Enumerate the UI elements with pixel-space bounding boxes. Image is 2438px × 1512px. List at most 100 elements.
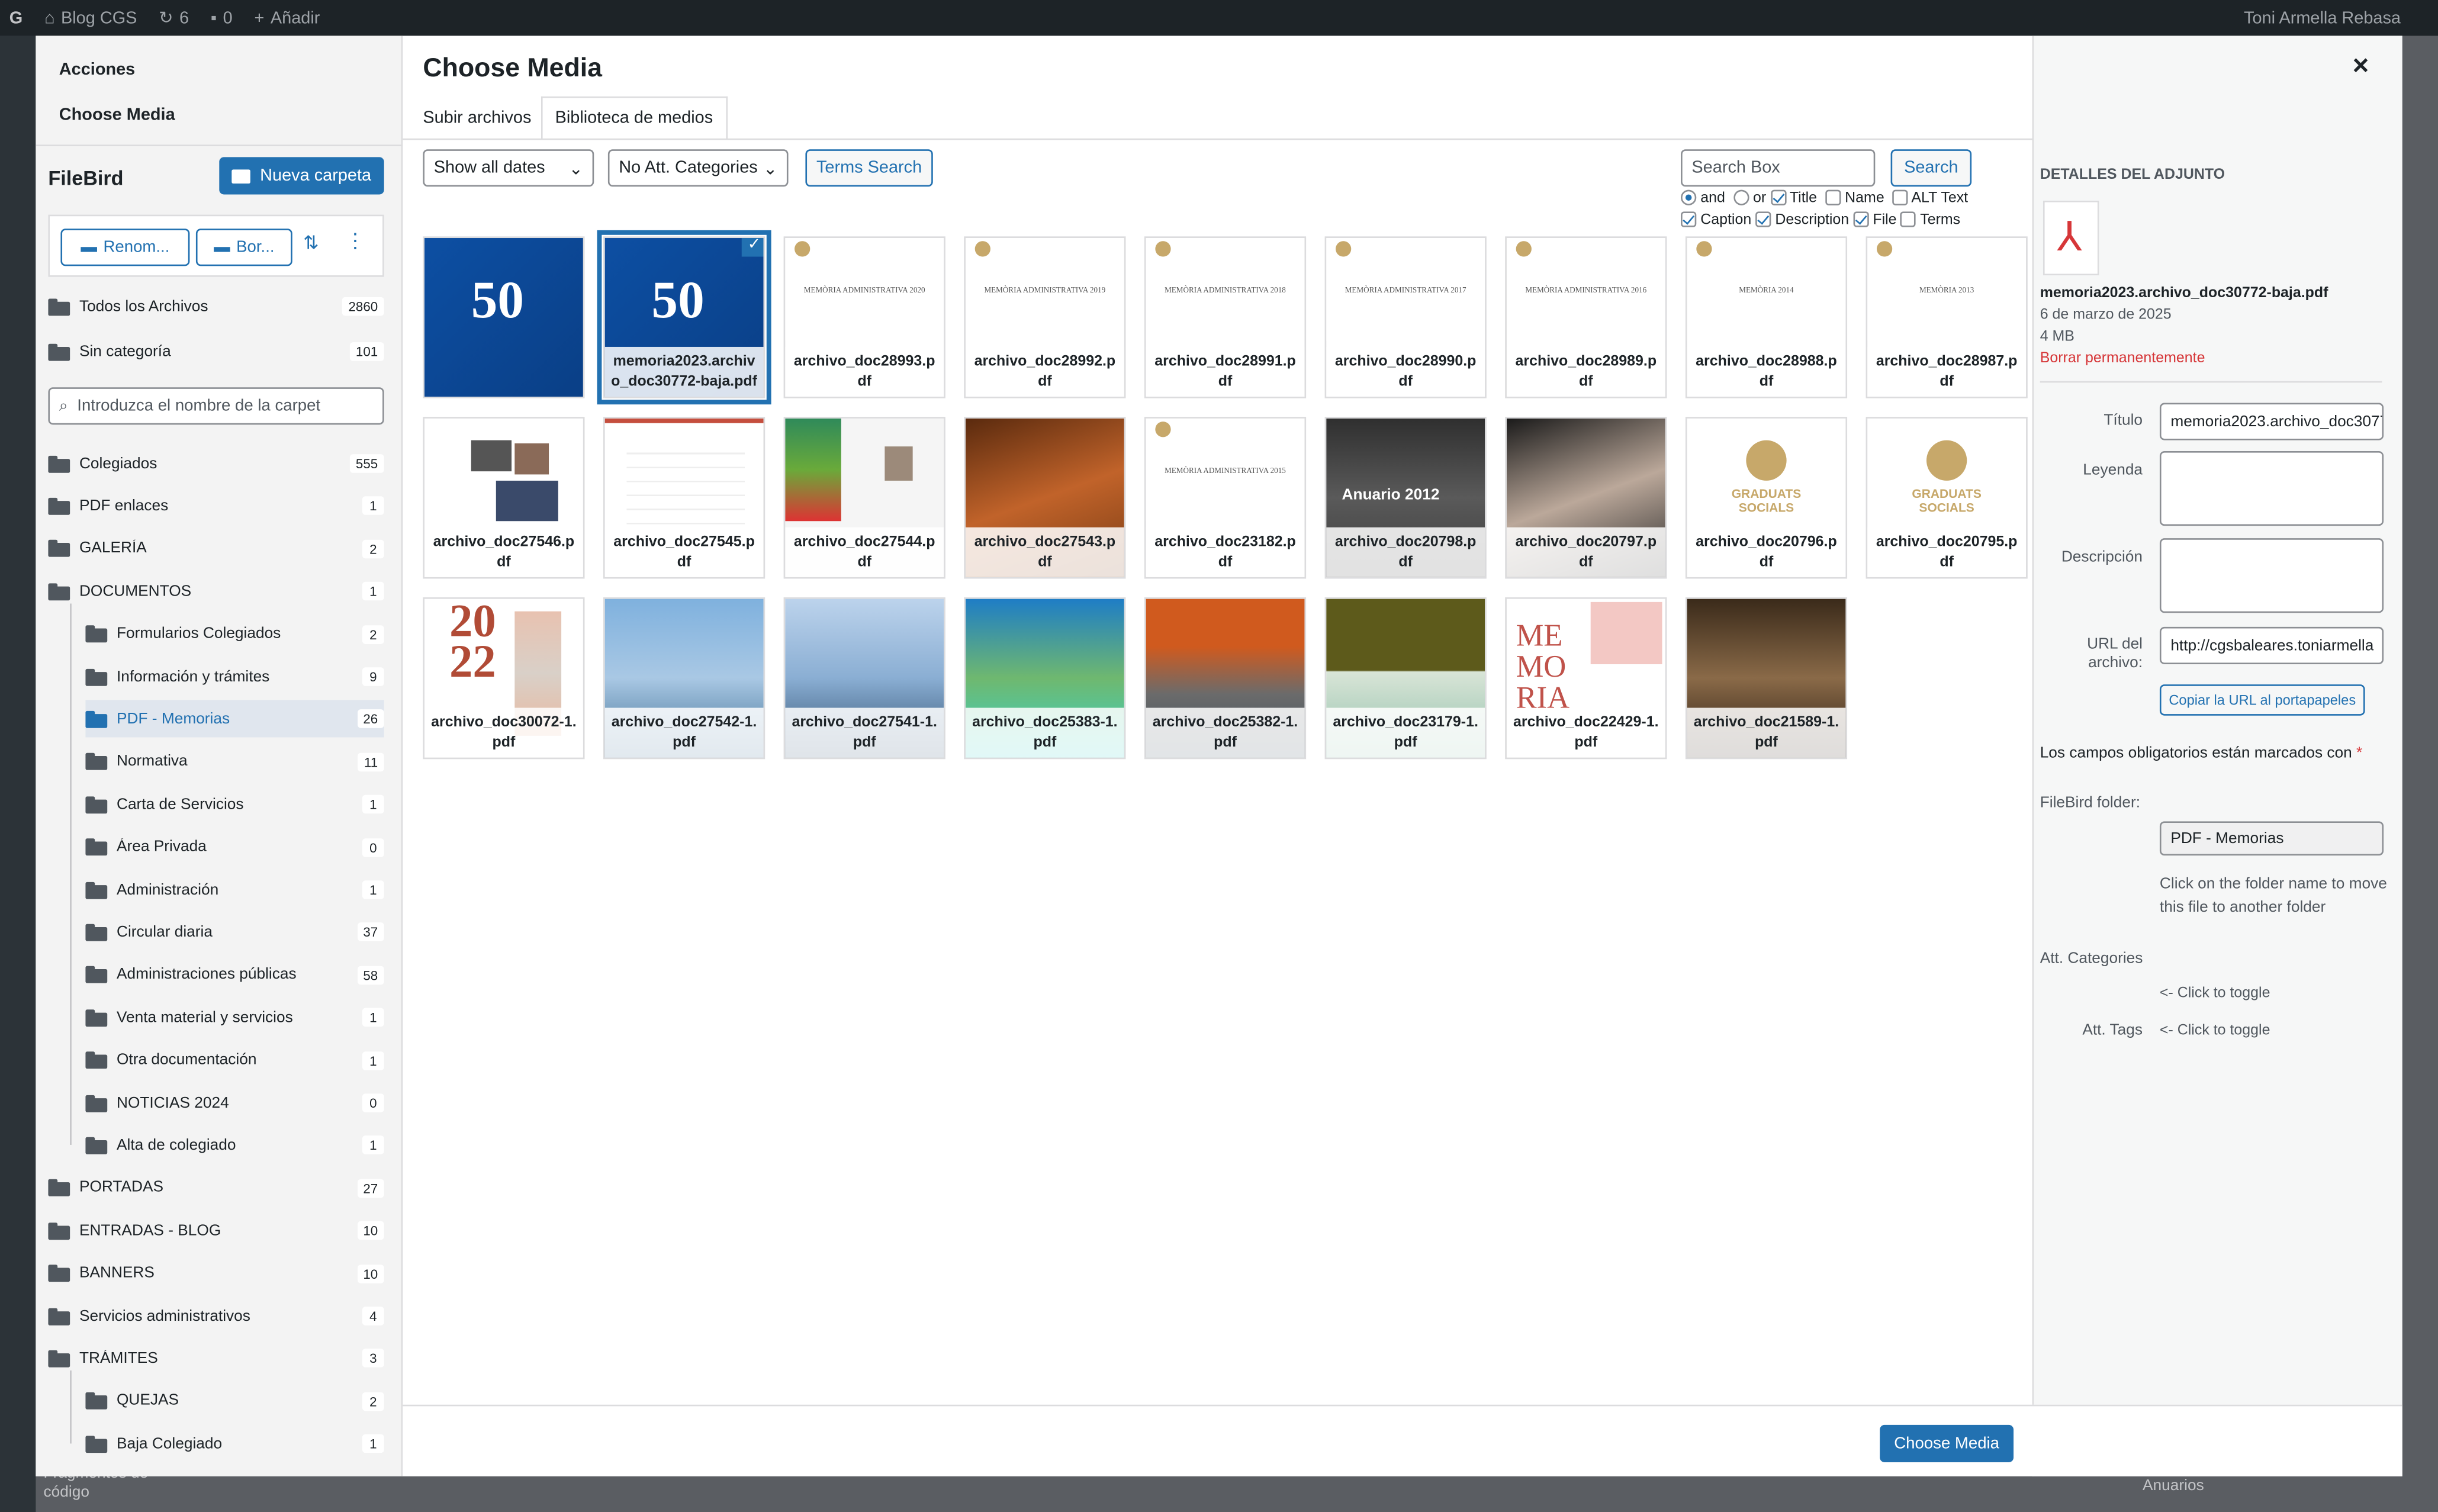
site-name-link[interactable]: ⌂ Blog CGS <box>44 8 137 27</box>
more-options-icon[interactable]: ⋮ <box>345 229 365 253</box>
search-button[interactable]: Search <box>1890 149 1972 187</box>
folder-item[interactable]: Otra documentación 1 <box>85 1041 384 1079</box>
copy-url-button[interactable]: Copiar la URL al portapapeles <box>2159 684 2365 716</box>
attachment-thumbnail[interactable]: 50 <box>423 236 585 398</box>
file-url-field[interactable]: http://cgsbaleares.toniarmella <box>2159 626 2384 664</box>
description-checkbox[interactable] <box>1755 212 1771 228</box>
attachment-thumbnail[interactable]: archivo_doc27546.pdf <box>423 417 585 579</box>
close-icon[interactable]: × <box>2353 50 2369 82</box>
filebird-folder-hint: Click on the folder name to move this fi… <box>2159 876 2387 916</box>
attachment-thumbnail[interactable]: MEMÒRIA ADMINISTRATIVA 2016 archivo_doc28… <box>1505 236 1667 398</box>
tab-media-library[interactable]: Biblioteca de medios <box>541 96 727 140</box>
folder-item[interactable]: Normativa 11 <box>85 743 384 780</box>
filebird-folder-field[interactable]: PDF - Memorias <box>2159 821 2384 856</box>
attachment-thumbnail[interactable]: archivo_doc25382-1.pdf <box>1144 597 1307 760</box>
choose-media-button[interactable]: Choose Media <box>1880 1424 2014 1462</box>
user-account-link[interactable]: Toni Armella Rebasa <box>2244 8 2401 27</box>
attachment-thumbnail[interactable]: MEMÒRIA ADMINISTRATIVA 2019 archivo_doc28… <box>964 236 1126 398</box>
anniversary-logo: 50 <box>651 272 705 330</box>
folder-item[interactable]: ENTRADAS - BLOG 10 <box>48 1212 384 1249</box>
attachment-thumbnail[interactable]: archivo_doc23179-1.pdf <box>1324 597 1487 760</box>
attachment-filename: archivo_doc28988.pdf <box>1687 346 1846 397</box>
updates-link[interactable]: ↻ 6 <box>159 8 189 28</box>
name-checkbox[interactable] <box>1825 190 1841 207</box>
folder-item[interactable]: GALERÍA 2 <box>48 530 384 567</box>
delete-folder-button[interactable]: ▬ Bor... <box>195 229 292 266</box>
folder-search-input[interactable]: ⌕ Introduzca el nombre de la carpet <box>48 387 384 425</box>
description-label: Descripción <box>2061 549 2143 567</box>
attachment-thumbnail[interactable]: MEMÒRIA ADMINISTRATIVA 2018 archivo_doc28… <box>1144 236 1307 398</box>
attachment-thumbnail[interactable]: GRADUATS SOCIALS archivo_doc20796.pdf <box>1685 417 1848 579</box>
delete-permanently-link[interactable]: Borrar permanentemente <box>2040 350 2205 367</box>
folder-item[interactable]: NOTICIAS 2024 0 <box>85 1084 384 1121</box>
attachment-thumbnail[interactable]: MEMÒRIA 2014 archivo_doc28988.pdf <box>1685 236 1848 398</box>
attachment-thumbnail[interactable]: 50 memoria2023.archivo_doc30772-baja.pdf ✓ <box>597 230 771 405</box>
folder-item[interactable]: Circular diaria 37 <box>85 913 384 951</box>
add-new-link[interactable]: + Añadir <box>254 8 320 27</box>
folder-item[interactable]: Alta de colegiado 1 <box>85 1127 384 1164</box>
memoria-cover: MEMÒRIA ADMINISTRATIVA 2015 <box>1146 418 1305 522</box>
attachment-thumbnail[interactable]: MEMÒRIA ADMINISTRATIVA 2017 archivo_doc28… <box>1324 236 1487 398</box>
or-radio[interactable] <box>1733 190 1749 207</box>
folder-item[interactable]: QUEJAS 2 <box>85 1382 384 1420</box>
folder-item[interactable]: BANNERS 10 <box>48 1254 384 1292</box>
attachment-thumbnail[interactable]: archivo_doc27543.pdf <box>964 417 1126 579</box>
folder-item[interactable]: Baja Colegiado 1 <box>85 1425 384 1462</box>
folder-item[interactable]: Formularios Colegiados 2 <box>85 615 384 652</box>
attachment-thumbnail[interactable]: archivo_doc27542-1.pdf <box>603 597 766 760</box>
folder-item[interactable]: Servicios administrativos 4 <box>48 1297 384 1334</box>
new-folder-button[interactable]: Nueva carpeta <box>219 157 384 195</box>
caption-checkbox[interactable] <box>1681 212 1697 228</box>
folder-item[interactable]: Venta material y servicios 1 <box>85 999 384 1036</box>
attachment-thumbnail[interactable]: ME MO RIA archivo_doc22429-1.pdf <box>1505 597 1667 760</box>
attachment-thumbnail[interactable]: GRADUATS SOCIALS archivo_doc20795.pdf <box>1866 417 2028 579</box>
folder-item[interactable]: Administración 1 <box>85 871 384 908</box>
category-filter-select[interactable]: No Att. Categories ⌄ <box>607 149 789 187</box>
attachment-thumbnail[interactable]: archivo_doc20797.pdf <box>1505 417 1667 579</box>
and-radio[interactable] <box>1681 190 1697 207</box>
attachment-thumbnail[interactable]: MEMÒRIA ADMINISTRATIVA 2015 archivo_doc23… <box>1144 417 1307 579</box>
all-files-item[interactable]: Todos los Archivos 2860 <box>48 288 384 325</box>
attachment-thumbnail[interactable]: archivo_doc21589-1.pdf <box>1685 597 1848 760</box>
folder-item[interactable]: TRÁMITES 3 <box>48 1340 384 1377</box>
categories-toggle-link[interactable]: <- Click to toggle <box>2160 985 2270 1002</box>
tab-upload-files[interactable]: Subir archivos <box>410 96 543 140</box>
alt-text-checkbox[interactable] <box>1892 190 1908 207</box>
wp-logo-icon[interactable]: G <box>9 8 22 27</box>
attachment-thumbnail[interactable]: archivo_doc25383-1.pdf <box>964 597 1126 760</box>
menu-choose-media[interactable]: Choose Media <box>59 106 175 125</box>
caption-field[interactable] <box>2159 451 2384 526</box>
attachment-thumbnail[interactable]: archivo_doc27544.pdf <box>783 417 945 579</box>
terms-checkbox[interactable] <box>1900 212 1916 228</box>
folder-item[interactable]: Administraciones públicas 58 <box>85 956 384 993</box>
folder-item[interactable]: PDF - Memorias 26 <box>85 700 384 738</box>
title-checkbox[interactable] <box>1770 190 1786 207</box>
comments-link[interactable]: ▪ 0 <box>211 8 233 27</box>
uncategorized-item[interactable]: Sin categoría 101 <box>48 333 384 370</box>
folder-item[interactable]: Carta de Servicios 1 <box>85 786 384 823</box>
folder-icon <box>85 1137 108 1154</box>
date-filter-select[interactable]: Show all dates ⌄ <box>423 149 594 187</box>
attachment-thumbnail[interactable]: MEMÒRIA 2013 archivo_doc28987.pdf <box>1866 236 2028 398</box>
folder-item[interactable]: PORTADAS 27 <box>48 1169 384 1207</box>
folder-item[interactable]: DOCUMENTOS 1 <box>48 572 384 610</box>
folder-item[interactable]: Área Privada 0 <box>85 828 384 866</box>
tags-toggle-link[interactable]: <- Click to toggle <box>2160 1022 2270 1039</box>
search-box-input[interactable]: Search Box <box>1681 149 1876 187</box>
sort-icon[interactable]: ⇅ <box>303 232 319 254</box>
folder-item[interactable]: Colegiados 555 <box>48 445 384 482</box>
selected-check-icon[interactable]: ✓ <box>741 238 764 257</box>
attachment-thumbnail[interactable]: Anuario 2012 archivo_doc20798.pdf <box>1324 417 1487 579</box>
attachment-thumbnail[interactable]: archivo_doc27545.pdf <box>603 417 766 579</box>
attachment-thumbnail[interactable]: MEMÒRIA ADMINISTRATIVA 2020 archivo_doc28… <box>783 236 945 398</box>
attachment-thumbnail[interactable]: 20 22 archivo_doc30072-1.pdf <box>423 597 585 760</box>
file-checkbox[interactable] <box>1853 212 1869 228</box>
rename-folder-button[interactable]: ▬ Renom... <box>60 229 190 266</box>
terms-search-button[interactable]: Terms Search <box>805 149 933 187</box>
title-field[interactable]: memoria2023.archivo_doc30772-baja <box>2159 403 2384 440</box>
folder-item[interactable]: Información y trámites 9 <box>85 658 384 695</box>
attachment-thumbnail[interactable]: archivo_doc27541-1.pdf <box>783 597 945 760</box>
folder-item[interactable]: PDF enlaces 1 <box>48 487 384 525</box>
description-field[interactable] <box>2159 538 2384 613</box>
menu-actions[interactable]: Acciones <box>59 60 135 79</box>
